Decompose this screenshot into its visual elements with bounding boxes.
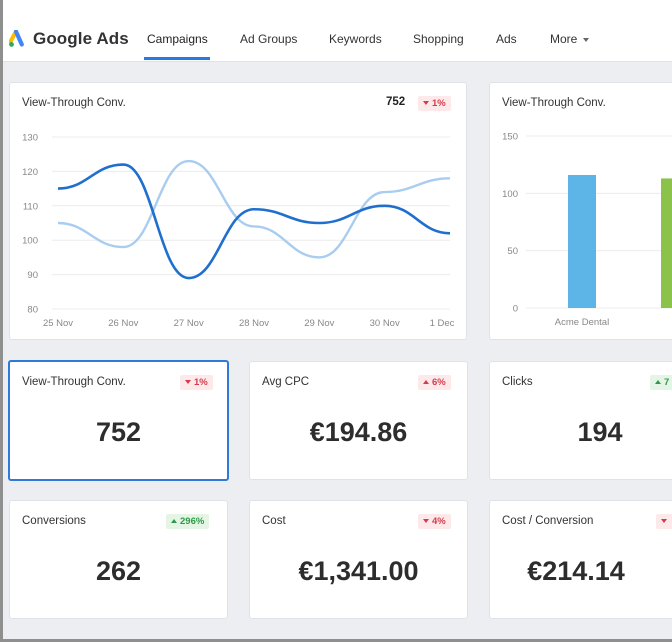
y-tick-label: 150 — [502, 132, 518, 143]
change-badge — [656, 514, 672, 529]
x-tick-label: Acme Dental — [555, 317, 609, 328]
metric-title: Cost — [262, 515, 286, 527]
metric-value: 262 — [95, 556, 142, 586]
y-tick-label: 110 — [23, 201, 38, 212]
metric-title: Clicks — [502, 376, 533, 388]
change-badge: 6% — [418, 375, 451, 390]
tab-ad-groups[interactable]: Ad Groups — [240, 32, 297, 46]
bar-chart-card[interactable]: View-Through Conv. 050100150Acme DentalA… — [489, 82, 672, 340]
change-value: 7 — [664, 377, 670, 388]
tab-ads[interactable]: Ads — [496, 32, 517, 46]
y-tick-label: 80 — [27, 305, 38, 316]
arrow-up-icon — [171, 519, 177, 523]
metric-value: €194.86 — [309, 417, 408, 447]
y-tick-label: 100 — [22, 236, 38, 247]
tab-more-label: More — [550, 32, 578, 46]
x-tick-label: 25 Nov — [43, 318, 73, 329]
brand[interactable]: Google Ads — [9, 26, 129, 52]
change-badge: 4% — [418, 514, 451, 529]
line-chart: 80 90 100 110 120 130 25 Nov 26 Nov 27 Nov 28 Nov… — [22, 133, 455, 330]
active-tab-indicator — [144, 57, 210, 60]
chevron-down-icon — [583, 37, 590, 42]
metric-title: Avg CPC — [262, 376, 310, 388]
metric-value: €214.14 — [527, 556, 625, 586]
x-tick-label: 26 Nov — [108, 318, 138, 329]
brand-name: Google Ads — [33, 29, 129, 48]
change-value: 6% — [432, 377, 446, 388]
tab-campaigns[interactable]: Campaigns — [147, 32, 208, 46]
tab-keywords[interactable]: Keywords — [329, 32, 382, 46]
change-value: 1% — [194, 377, 208, 388]
metric-card-clicks[interactable]: Clicks 7 194 — [489, 361, 672, 480]
tab-more[interactable]: More — [550, 32, 590, 46]
y-tick-label: 100 — [502, 189, 518, 200]
x-tick-label: 1 Dec — [430, 318, 455, 329]
bar — [568, 174, 596, 308]
arrow-down-icon — [185, 380, 191, 384]
metric-value: €1,341.00 — [298, 556, 419, 586]
y-tick-label: 50 — [507, 246, 518, 257]
metric-title: View-Through Conv. — [22, 376, 126, 388]
arrow-down-icon — [661, 519, 667, 523]
x-tick-label: 27 Nov — [174, 318, 204, 329]
bar — [661, 178, 672, 308]
metric-card-cost-per-conversion[interactable]: Cost / Conversion €214.14 — [489, 500, 672, 619]
metric-card-view-through-conv[interactable]: View-Through Conv. 1% 752 — [8, 360, 229, 481]
x-tick-label: 30 Nov — [370, 318, 400, 329]
change-value: 4% — [432, 516, 446, 527]
change-value: 296% — [180, 516, 205, 527]
line-chart-card[interactable]: View-Through Conv. 752 1% 80 90 100 110 120 1… — [9, 82, 467, 340]
metric-value: 752 — [95, 417, 142, 447]
bar-chart: 050100150Acme DentalAc — [502, 132, 672, 328]
arrow-up-icon — [423, 380, 429, 384]
x-tick-label: 28 Nov — [239, 318, 269, 329]
metric-card-cost[interactable]: Cost 4% €1,341.00 — [249, 500, 468, 619]
arrow-up-icon — [655, 380, 661, 384]
change-badge: 7 — [650, 375, 672, 390]
arrow-down-icon — [423, 519, 429, 523]
metric-card-avg-cpc[interactable]: Avg CPC 6% €194.86 — [249, 361, 468, 480]
y-tick-label: 90 — [27, 270, 38, 281]
x-tick-label: 29 Nov — [304, 318, 334, 329]
tab-shopping[interactable]: Shopping — [413, 32, 464, 46]
y-tick-label: 0 — [513, 304, 518, 315]
y-tick-label: 130 — [22, 133, 38, 144]
metric-title: Cost / Conversion — [502, 515, 594, 527]
change-badge: 296% — [166, 514, 210, 529]
metric-card-conversions[interactable]: Conversions 296% 262 — [9, 500, 228, 619]
metric-title: Conversions — [22, 515, 86, 527]
metric-value: 194 — [577, 417, 623, 447]
change-badge: 1% — [180, 375, 213, 390]
top-bar: Google Ads Campaigns Ad Groups Keywords … — [0, 0, 672, 62]
google-ads-logo-icon — [9, 30, 24, 47]
series-line-1 — [57, 163, 451, 280]
y-tick-label: 120 — [22, 167, 38, 178]
